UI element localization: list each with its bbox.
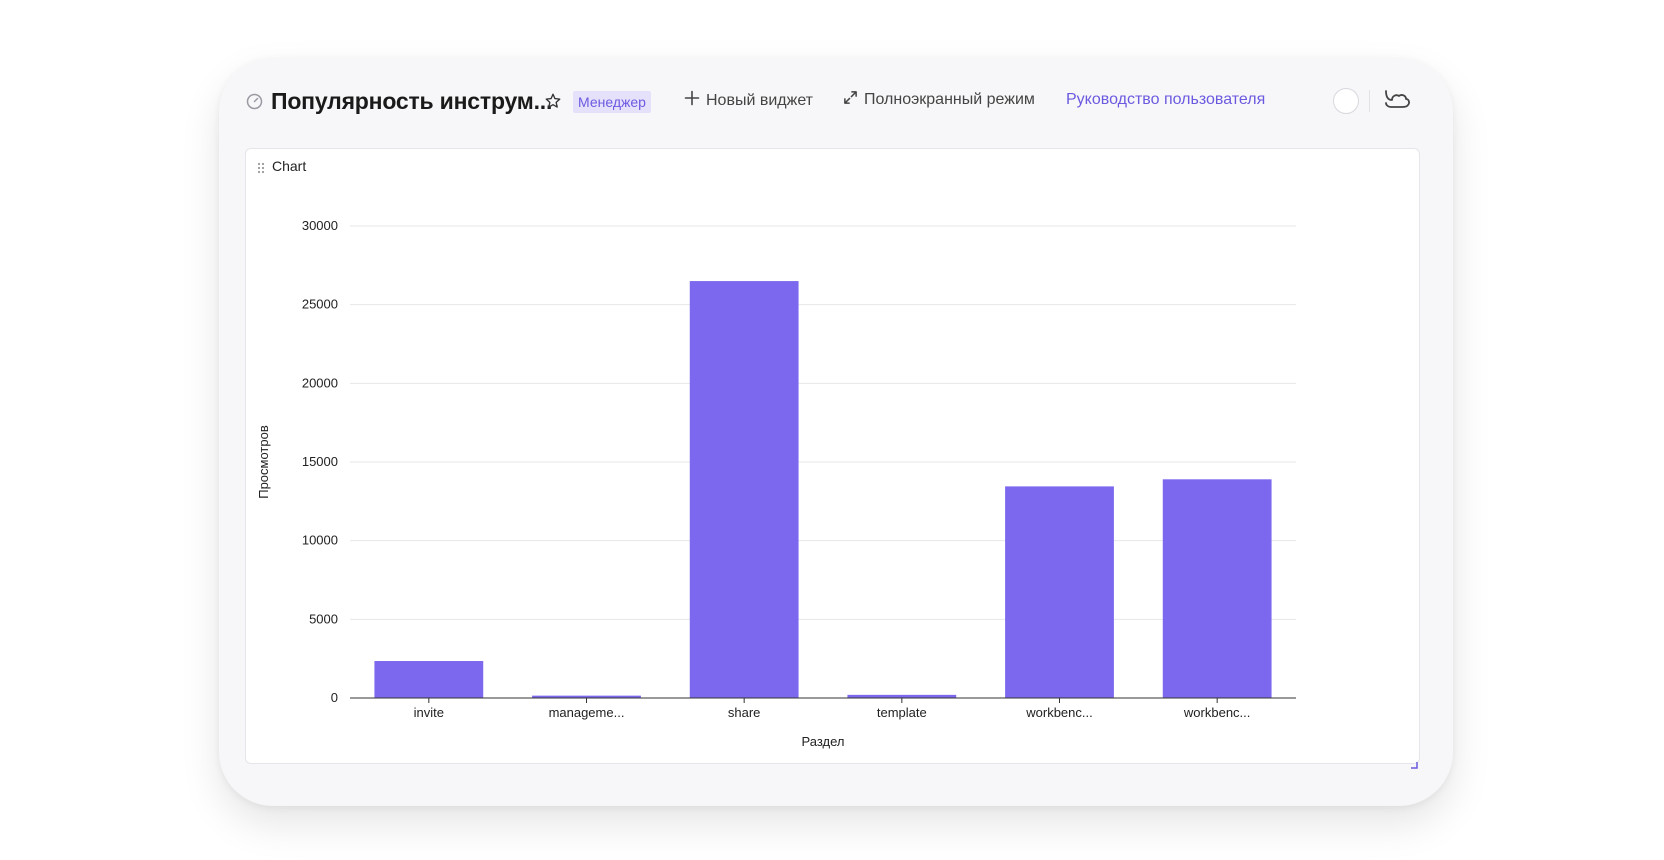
y-tick-label: 20000	[302, 375, 338, 390]
x-tick-label: template	[877, 705, 927, 720]
y-tick-label: 5000	[309, 611, 338, 626]
x-tick-label: workbenc...	[1183, 705, 1250, 720]
bar-chart: 0 5000 10000 15000 20000 25000 30000 invite man…	[256, 218, 1296, 749]
x-tick-label: share	[728, 705, 761, 720]
chart-grid	[350, 225, 1296, 620]
x-axis-ticks: invite manageme... share template workbenc..…	[414, 698, 1250, 720]
y-tick-label: 0	[331, 690, 338, 705]
resize-handle-icon[interactable]	[1411, 756, 1418, 774]
y-tick-label: 15000	[302, 454, 338, 469]
x-tick-label: invite	[414, 705, 444, 720]
y-tick-label: 30000	[302, 218, 338, 233]
bar-2[interactable]	[689, 281, 799, 698]
bar-0[interactable]	[374, 661, 484, 698]
y-axis-label: Просмотров	[256, 425, 271, 499]
y-tick-label: 25000	[302, 297, 338, 312]
bar-5[interactable]	[1162, 479, 1272, 698]
y-tick-label: 10000	[302, 533, 338, 548]
y-axis-ticks: 0 5000 10000 15000 20000 25000 30000	[302, 218, 338, 705]
x-axis-label: Раздел	[802, 734, 845, 749]
chart-bars	[374, 281, 1272, 698]
bar-4[interactable]	[1005, 486, 1114, 698]
x-tick-label: workbenc...	[1025, 705, 1092, 720]
x-tick-label: manageme...	[549, 705, 625, 720]
